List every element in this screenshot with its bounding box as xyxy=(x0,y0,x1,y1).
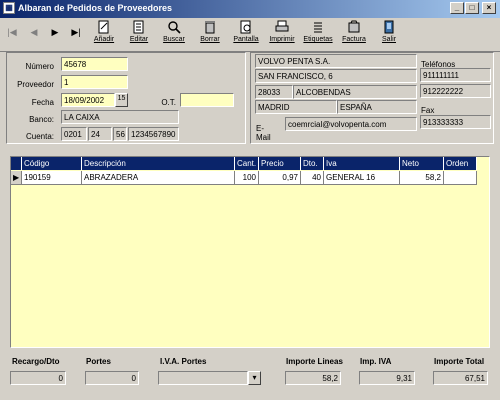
table-cell-orden[interactable] xyxy=(444,171,477,185)
edit-icon xyxy=(133,20,144,34)
imp-iva-field: 9,31 xyxy=(359,371,415,385)
col-header-cant[interactable]: Cant. xyxy=(235,157,259,170)
add-icon xyxy=(98,20,109,34)
fecha-label: Fecha xyxy=(31,98,54,107)
fecha-field[interactable]: 18/09/2002 xyxy=(61,93,115,107)
search-icon xyxy=(168,21,181,34)
delete-button[interactable]: Borrar xyxy=(192,19,228,49)
portes-label: Portes xyxy=(86,357,111,366)
table-cell-descripcion[interactable]: ABRAZADERA xyxy=(82,171,235,185)
supplier-phone1: 911111111 xyxy=(420,68,491,82)
importe-total-label: Importe Total xyxy=(434,357,485,366)
ot-field[interactable] xyxy=(180,93,234,107)
preview-icon xyxy=(240,20,251,34)
lines-grid[interactable]: Código Descripción Cant. Precio Dto. Iva… xyxy=(10,156,490,348)
recargo-label: Recargo/Dto xyxy=(12,357,60,366)
supplier-province: MADRID xyxy=(255,100,337,114)
iva-portes-select[interactable] xyxy=(158,371,248,385)
supplier-name: VOLVO PENTA S.A. xyxy=(255,54,417,68)
supplier-cp: 28033 xyxy=(255,85,293,99)
toolbar: |◀ ◀ ▶ ▶| Añadir Editar Buscar Borrar Pa… xyxy=(0,18,500,52)
numero-label: Número xyxy=(25,62,54,71)
last-record-icon[interactable]: ▶| xyxy=(68,27,84,38)
grid-indicator-header xyxy=(11,157,22,170)
col-header-precio[interactable]: Precio xyxy=(259,157,301,170)
supplier-email: coemrcial@volvopenta.com xyxy=(285,117,417,131)
app-icon: ▦ xyxy=(3,2,15,14)
invoice-icon xyxy=(348,20,360,33)
col-header-dto[interactable]: Dto. xyxy=(301,157,324,170)
invoice-button[interactable]: Factura xyxy=(336,19,372,49)
calendar-button[interactable]: 15 xyxy=(115,93,128,107)
ot-label: O.T. xyxy=(161,98,176,107)
prev-record-icon[interactable]: ◀ xyxy=(26,27,42,38)
screen-button[interactable]: Pantalla xyxy=(228,19,264,49)
table-cell-iva[interactable]: GENERAL 16 xyxy=(324,171,400,185)
trash-icon xyxy=(205,21,215,34)
chevron-down-icon[interactable]: ▾ xyxy=(248,371,261,385)
row-indicator-icon[interactable]: ▶ xyxy=(11,171,22,185)
cuenta-dc-field: 56 xyxy=(113,127,127,141)
recargo-field: 0 xyxy=(10,371,66,385)
cuenta-label: Cuenta: xyxy=(25,132,54,141)
table-cell-cant[interactable]: 100 xyxy=(235,171,259,185)
table-cell-neto[interactable]: 58,2 xyxy=(400,171,444,185)
supplier-address: SAN FRANCISCO, 6 xyxy=(255,69,417,83)
col-header-orden[interactable]: Orden xyxy=(444,157,477,170)
window-title: Albaran de Pedidos de Proveedores xyxy=(18,3,173,13)
proveedor-label: Proveedor xyxy=(17,80,54,89)
banco-label: Banco: xyxy=(29,115,54,124)
col-header-iva[interactable]: Iva xyxy=(324,157,400,170)
maximize-button[interactable]: □ xyxy=(465,2,479,14)
iva-portes-label: I.V.A. Portes xyxy=(160,357,207,366)
supplier-phone2: 912222222 xyxy=(420,84,491,98)
supplier-fax: 913333333 xyxy=(420,115,491,129)
table-cell-dto[interactable]: 40 xyxy=(301,171,324,185)
col-header-codigo[interactable]: Código xyxy=(22,157,82,170)
table-cell-codigo[interactable]: 190159 xyxy=(22,171,82,185)
col-header-descripcion[interactable]: Descripción xyxy=(82,157,235,170)
cuenta-oficina-field: 24 xyxy=(88,127,112,141)
table-cell-precio[interactable]: 0,97 xyxy=(259,171,301,185)
printer-icon xyxy=(275,20,289,32)
importe-lineas-field: 58,2 xyxy=(285,371,341,385)
close-button[interactable]: × xyxy=(482,2,496,14)
first-record-icon[interactable]: |◀ xyxy=(4,27,20,38)
labels-button[interactable]: Etiquetas xyxy=(300,19,336,49)
add-button[interactable]: Añadir xyxy=(86,19,122,49)
numero-field[interactable]: 45678 xyxy=(61,57,128,71)
imp-iva-label: Imp. IVA xyxy=(360,357,392,366)
banco-field: LA CAIXA xyxy=(61,110,179,124)
supplier-country: ESPAÑA xyxy=(337,100,417,114)
cuenta-entidad-field: 0201 xyxy=(61,127,87,141)
title-bar: ▦ Albaran de Pedidos de Proveedores _ □ … xyxy=(0,0,500,18)
edit-button[interactable]: Editar xyxy=(121,19,157,49)
importe-lineas-label: Importe Lineas xyxy=(286,357,343,366)
cuenta-numero-field: 1234567890 xyxy=(128,127,179,141)
next-record-icon[interactable]: ▶ xyxy=(47,27,63,38)
exit-door-icon xyxy=(384,20,394,34)
fax-label: Fax xyxy=(421,106,435,115)
importe-total-field: 67,51 xyxy=(433,371,488,385)
portes-field: 0 xyxy=(85,371,139,385)
supplier-city: ALCOBENDAS xyxy=(293,85,417,99)
print-button[interactable]: Imprimir xyxy=(264,19,300,49)
search-button[interactable]: Buscar xyxy=(156,19,192,49)
exit-button[interactable]: Salir xyxy=(371,19,407,49)
minimize-button[interactable]: _ xyxy=(450,2,464,14)
proveedor-field[interactable]: 1 xyxy=(61,75,128,89)
col-header-neto[interactable]: Neto xyxy=(400,157,444,170)
email-label: E-Mail xyxy=(256,124,271,142)
labels-icon xyxy=(314,22,322,33)
